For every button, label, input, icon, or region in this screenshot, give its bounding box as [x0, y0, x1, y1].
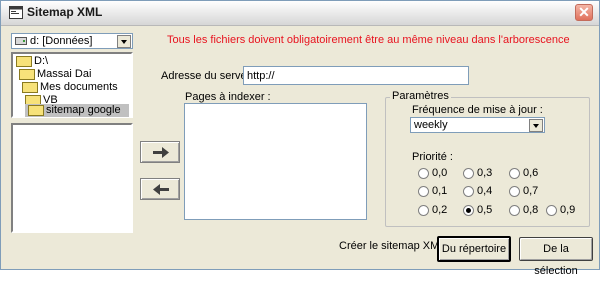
priority-option-label: 0,6 — [523, 167, 539, 179]
drive-select[interactable]: d: [Données] — [11, 33, 133, 49]
priority-radio-0-3[interactable] — [463, 168, 474, 179]
priority-option-label: 0,3 — [477, 167, 493, 179]
folder-open-icon — [28, 104, 44, 116]
priority-option-label: 0,7 — [523, 185, 539, 197]
priority-radio-0-5[interactable] — [463, 205, 474, 216]
server-address-input[interactable]: http:// — [243, 66, 469, 85]
priority-radio-0-0[interactable] — [418, 168, 429, 179]
priority-radio-0-2[interactable] — [418, 205, 429, 216]
remove-page-button[interactable] — [140, 178, 180, 200]
add-page-button[interactable] — [140, 141, 180, 163]
priority-option-label: 0,0 — [432, 167, 448, 179]
priority-radio-0-4[interactable] — [463, 186, 474, 197]
priority-radio-0-1[interactable] — [418, 186, 429, 197]
from-selection-button[interactable]: De la sélection — [519, 237, 593, 277]
drive-select-value: d: [Données] — [30, 35, 93, 47]
from-directory-button[interactable]: Du répertoire — [437, 236, 511, 262]
file-list[interactable] — [11, 123, 133, 233]
folder-open-icon — [22, 81, 38, 93]
priority-option-label: 0,4 — [477, 185, 493, 197]
pages-label: Pages à indexer : — [185, 91, 271, 103]
close-icon: ✕ — [578, 4, 590, 20]
title-bar[interactable]: Sitemap XML ✕ — [1, 1, 599, 26]
tree-item-massai-dai[interactable]: Massai Dai — [19, 68, 91, 81]
arrow-right-icon — [153, 147, 169, 158]
folder-open-icon — [16, 55, 32, 67]
pages-list[interactable] — [184, 103, 367, 220]
frequency-select[interactable]: weekly — [410, 117, 545, 133]
close-button[interactable]: ✕ — [575, 4, 593, 21]
window-title: Sitemap XML — [27, 5, 103, 19]
tree-item-drive[interactable]: D:\ — [16, 55, 48, 68]
create-sitemap-label: Créer le sitemap XML : — [339, 240, 452, 252]
tree-item-label: D:\ — [34, 55, 49, 67]
priority-radio-0-7[interactable] — [509, 186, 520, 197]
folder-open-icon — [19, 68, 35, 80]
app-icon — [9, 6, 23, 19]
arrow-left-icon — [153, 184, 169, 195]
parameters-title: Paramètres — [390, 90, 451, 102]
priority-option-label: 0,9 — [560, 204, 576, 216]
frequency-label: Fréquence de mise à jour : — [412, 104, 543, 116]
tree-item-label: Mes documents — [40, 81, 118, 93]
tree-item-label: sitemap google — [46, 104, 121, 116]
chevron-down-icon[interactable] — [529, 119, 543, 132]
notice-text: Tous les fichiers doivent obligatoiremen… — [167, 34, 570, 46]
tree-item-sitemap-google[interactable]: sitemap google — [25, 104, 129, 117]
priority-option-label: 0,2 — [432, 204, 448, 216]
frequency-value: weekly — [414, 119, 448, 131]
priority-option-label: 0,5 — [477, 204, 493, 216]
priority-label: Priorité : — [412, 151, 453, 163]
server-address-value: http:// — [247, 70, 275, 82]
drive-icon — [15, 37, 27, 45]
from-directory-button-label: Du répertoire — [441, 243, 507, 255]
directory-tree[interactable]: D:\ Massai Dai Mes documents VB sitemap … — [11, 52, 133, 118]
priority-option-label: 0,8 — [523, 204, 539, 216]
chevron-down-icon[interactable] — [117, 35, 131, 48]
sitemap-window: Sitemap XML ✕ d: [Données] D:\ Massai Da… — [0, 0, 600, 277]
from-selection-button-label: De la sélection — [534, 243, 578, 277]
priority-option-label: 0,1 — [432, 185, 448, 197]
tree-item-mes-documents[interactable]: Mes documents — [22, 81, 118, 94]
priority-radio-0-8[interactable] — [509, 205, 520, 216]
priority-radio-0-6[interactable] — [509, 168, 520, 179]
priority-radio-0-9[interactable] — [546, 205, 557, 216]
tree-item-label: Massai Dai — [37, 68, 92, 80]
